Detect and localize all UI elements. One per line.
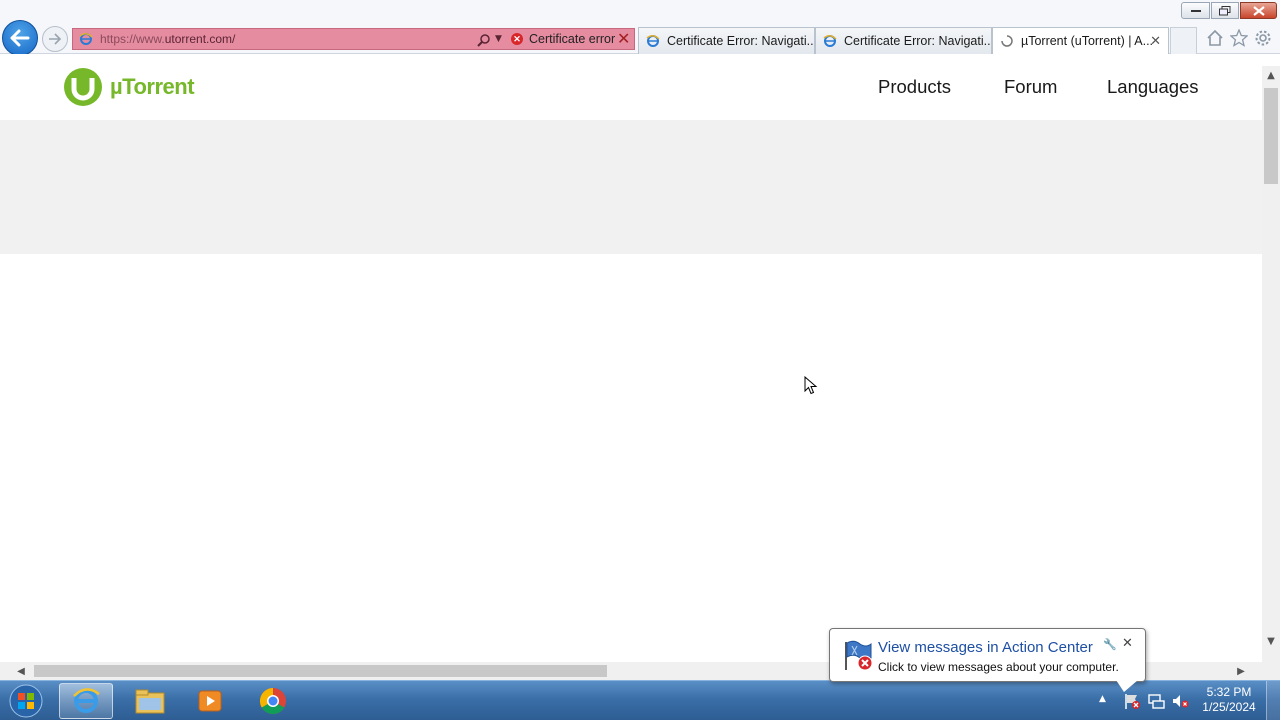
certificate-error-badge[interactable]: ✕ Certificate error (511, 30, 615, 48)
back-arrow-icon (10, 29, 30, 47)
tab-label: µTorrent (uTorrent) | A... (1021, 34, 1154, 48)
scroll-down-arrow-icon[interactable]: ▼ (1262, 632, 1280, 650)
minimize-button[interactable] (1181, 2, 1210, 19)
action-center-flag-icon (840, 638, 874, 676)
url-prefix: https://www. (100, 32, 165, 46)
certificate-error-label: Certificate error (529, 32, 616, 46)
scroll-right-arrow-icon[interactable]: ▶ (1232, 662, 1250, 680)
clock-time: 5:32 PM (1206, 685, 1252, 699)
scroll-up-arrow-icon[interactable]: ▲ (1262, 66, 1280, 84)
close-icon (1252, 5, 1265, 16)
windows-start-orb-icon (9, 684, 43, 718)
network-icon[interactable] (1147, 692, 1165, 714)
action-center-flag-icon[interactable] (1123, 692, 1141, 714)
url-domain: utorrent.com/ (164, 32, 236, 46)
tab-certificate-error-2[interactable]: Certificate Error: Navigati... (815, 27, 992, 54)
horizontal-scroll-thumb[interactable] (34, 665, 607, 677)
loading-spinner-icon (999, 33, 1015, 49)
close-tab-icon[interactable]: ✕ (1150, 33, 1161, 49)
internet-explorer-icon (73, 688, 100, 713)
minimize-icon (1190, 9, 1201, 12)
gear-icon[interactable] (1254, 29, 1272, 51)
mouse-cursor-icon (804, 375, 818, 400)
nav-languages[interactable]: Languages (1107, 76, 1199, 98)
volume-muted-icon[interactable] (1171, 692, 1189, 714)
restore-button[interactable] (1211, 2, 1239, 19)
scroll-corner (1262, 662, 1280, 680)
utorrent-logo-icon (64, 68, 102, 106)
web-page: µTorrent Products Forum Languages (0, 54, 1262, 662)
show-hidden-icons-arrow[interactable]: ▲ (1099, 694, 1106, 704)
forward-button[interactable] (42, 26, 68, 52)
logo-text: µTorrent (110, 74, 195, 99)
taskbar-internet-explorer[interactable] (59, 683, 113, 719)
ie-page-icon (78, 31, 94, 47)
scroll-left-arrow-icon[interactable]: ◀ (12, 662, 30, 680)
home-icon[interactable] (1206, 29, 1224, 51)
tab-label: Certificate Error: Navigati... (844, 34, 992, 48)
settings-wrench-icon[interactable]: 🔧 (1103, 638, 1117, 651)
clock-date: 1/25/2024 (1202, 700, 1256, 714)
ie-page-icon (645, 33, 661, 49)
system-clock[interactable]: 5:32 PM 1/25/2024 (1196, 685, 1262, 715)
utorrent-logo[interactable]: µTorrent (62, 66, 195, 108)
vertical-scroll-thumb[interactable] (1264, 88, 1278, 184)
show-desktop-button[interactable] (1266, 681, 1280, 720)
vertical-scrollbar[interactable]: ▲ ▼ (1262, 66, 1280, 662)
action-center-notification[interactable]: View messages in Action Center Click to … (829, 628, 1146, 682)
restore-icon (1219, 5, 1231, 15)
tab-certificate-error-1[interactable]: Certificate Error: Navigati... (638, 27, 815, 54)
nav-products[interactable]: Products (878, 76, 951, 98)
hero-placeholder-band (0, 120, 1262, 254)
tab-label: Certificate Error: Navigati... (667, 34, 815, 48)
taskbar-windows-explorer[interactable] (123, 683, 177, 719)
start-button[interactable] (4, 683, 48, 719)
chrome-icon (259, 687, 286, 715)
notification-title[interactable]: View messages in Action Center (878, 639, 1093, 656)
taskbar: ▲ 5:32 PM 1/25/2024 (0, 680, 1280, 720)
back-button[interactable] (2, 20, 38, 56)
media-player-icon (198, 690, 222, 712)
folder-icon (135, 689, 165, 714)
forward-arrow-icon (49, 33, 62, 45)
browser-toolbar: https://www.utorrent.com/ ▼ ✕ Certificat… (0, 0, 1280, 56)
close-window-button[interactable] (1240, 2, 1277, 19)
tab-utorrent-active[interactable]: µTorrent (uTorrent) | A... ✕ (992, 27, 1169, 54)
address-text[interactable]: https://www.utorrent.com/ (100, 32, 235, 46)
site-header: µTorrent Products Forum Languages (0, 54, 1262, 120)
screen: https://www.utorrent.com/ ▼ ✕ Certificat… (0, 0, 1280, 720)
taskbar-media-player[interactable] (183, 683, 237, 719)
nav-forum[interactable]: Forum (1004, 76, 1057, 98)
address-bar[interactable]: https://www.utorrent.com/ ▼ ✕ Certificat… (72, 28, 635, 50)
search-icon[interactable] (477, 32, 491, 47)
notification-tail (1116, 680, 1138, 692)
ie-page-icon (822, 33, 838, 49)
close-icon[interactable]: ✕ (1122, 636, 1133, 651)
stop-icon[interactable]: ✕ (617, 30, 630, 48)
chevron-down-icon[interactable]: ▼ (495, 34, 502, 44)
new-tab-button[interactable] (1170, 27, 1197, 54)
notification-text: Click to view messages about your comput… (878, 660, 1119, 674)
taskbar-chrome[interactable] (246, 683, 300, 719)
error-icon: ✕ (511, 33, 523, 45)
favorites-star-icon[interactable] (1229, 28, 1249, 51)
